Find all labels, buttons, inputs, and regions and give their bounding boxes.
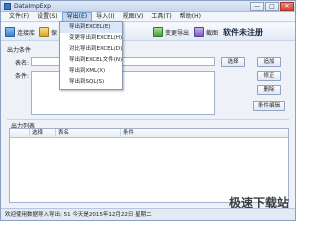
menu-export-to-excel[interactable]: 导出到EXCEL(E) (60, 22, 122, 33)
export-change-icon (153, 27, 163, 37)
database-icon (5, 27, 15, 37)
export-dropdown-menu: 导出到EXCEL(E) 变更导出到EXCEL(H) 对比导出到EXCEL(D) … (59, 21, 123, 90)
toolbar: 连接库 保 变更导出 截图 软件未注册 (1, 23, 295, 41)
register-status-label: 软件未注册 (223, 27, 263, 37)
export-change-label: 变更导出 (165, 29, 190, 37)
maximize-button[interactable]: □ (265, 2, 279, 11)
screenshot-icon (194, 27, 204, 37)
menu-export-compare-excel[interactable]: 对比导出到EXCEL(D) (60, 44, 122, 55)
menu-file[interactable]: 文件(F) (5, 12, 33, 22)
delete-button[interactable]: 删除 (257, 85, 281, 95)
output-conditions-title: 出力条件 (7, 47, 32, 54)
table-name-label: 表名: (15, 60, 30, 67)
menu-help[interactable]: 帮助(H) (176, 12, 205, 22)
menu-export-xml[interactable]: 导出到XML(X) (60, 66, 122, 77)
window-controls: — □ ✕ (249, 2, 294, 11)
close-button[interactable]: ✕ (280, 2, 294, 11)
status-bar: 欢迎使用数据导入导出: 51 今天是2015年12月22日 星期二 (1, 208, 295, 220)
column-header-table-name[interactable]: 表名 (56, 129, 121, 138)
condition-label: 条件: (15, 73, 30, 80)
export-change-button[interactable]: 变更导出 (153, 26, 189, 38)
output-list-table[interactable]: 选择 表名 条件 (9, 128, 289, 203)
window-title: DataImpExp (14, 3, 51, 10)
title-bar: DataImpExp — □ ✕ (1, 1, 295, 12)
table-header: 选择 表名 条件 (10, 129, 288, 138)
register-status: 软件未注册 (223, 26, 263, 38)
menu-tools[interactable]: 工具(T) (147, 12, 175, 22)
select-button[interactable]: 选择 (221, 57, 245, 67)
menu-bar: 文件(F) 设置(S) 导出(E) 导入(I) 视图(V) 工具(T) 帮助(H… (1, 12, 295, 22)
menu-export-change-excel[interactable]: 变更导出到EXCEL(H) (60, 33, 122, 44)
connect-db-label: 连接库 (17, 29, 36, 37)
connect-db-button[interactable]: 连接库 (5, 26, 35, 38)
minimize-button[interactable]: — (250, 2, 264, 11)
save-icon (39, 27, 49, 37)
menu-settings[interactable]: 设置(S) (33, 12, 62, 22)
screenshot-button[interactable]: 截图 (194, 26, 218, 38)
app-window: DataImpExp — □ ✕ 文件(F) 设置(S) 导出(E) 导入(I)… (0, 0, 296, 221)
save-button[interactable]: 保 (39, 26, 57, 38)
column-header-rowmark (10, 129, 30, 138)
menu-export-excel-file[interactable]: 导出到EXCEL文件(N) (60, 55, 122, 66)
save-label: 保 (51, 29, 58, 37)
app-icon (4, 3, 11, 10)
modify-button[interactable]: 修正 (257, 71, 281, 81)
column-header-condition[interactable]: 条件 (121, 129, 288, 138)
status-text: 欢迎使用数据导入导出: 51 今天是2015年12月22日 星期二 (5, 212, 152, 218)
section-divider (7, 119, 289, 120)
edit-condition-button[interactable]: 条件编辑 (253, 101, 285, 111)
add-button[interactable]: 追加 (257, 57, 281, 67)
column-header-select[interactable]: 选择 (30, 129, 56, 138)
screenshot-label: 截图 (206, 29, 219, 37)
menu-export-sql[interactable]: 导出到SQL(S) (60, 77, 122, 88)
